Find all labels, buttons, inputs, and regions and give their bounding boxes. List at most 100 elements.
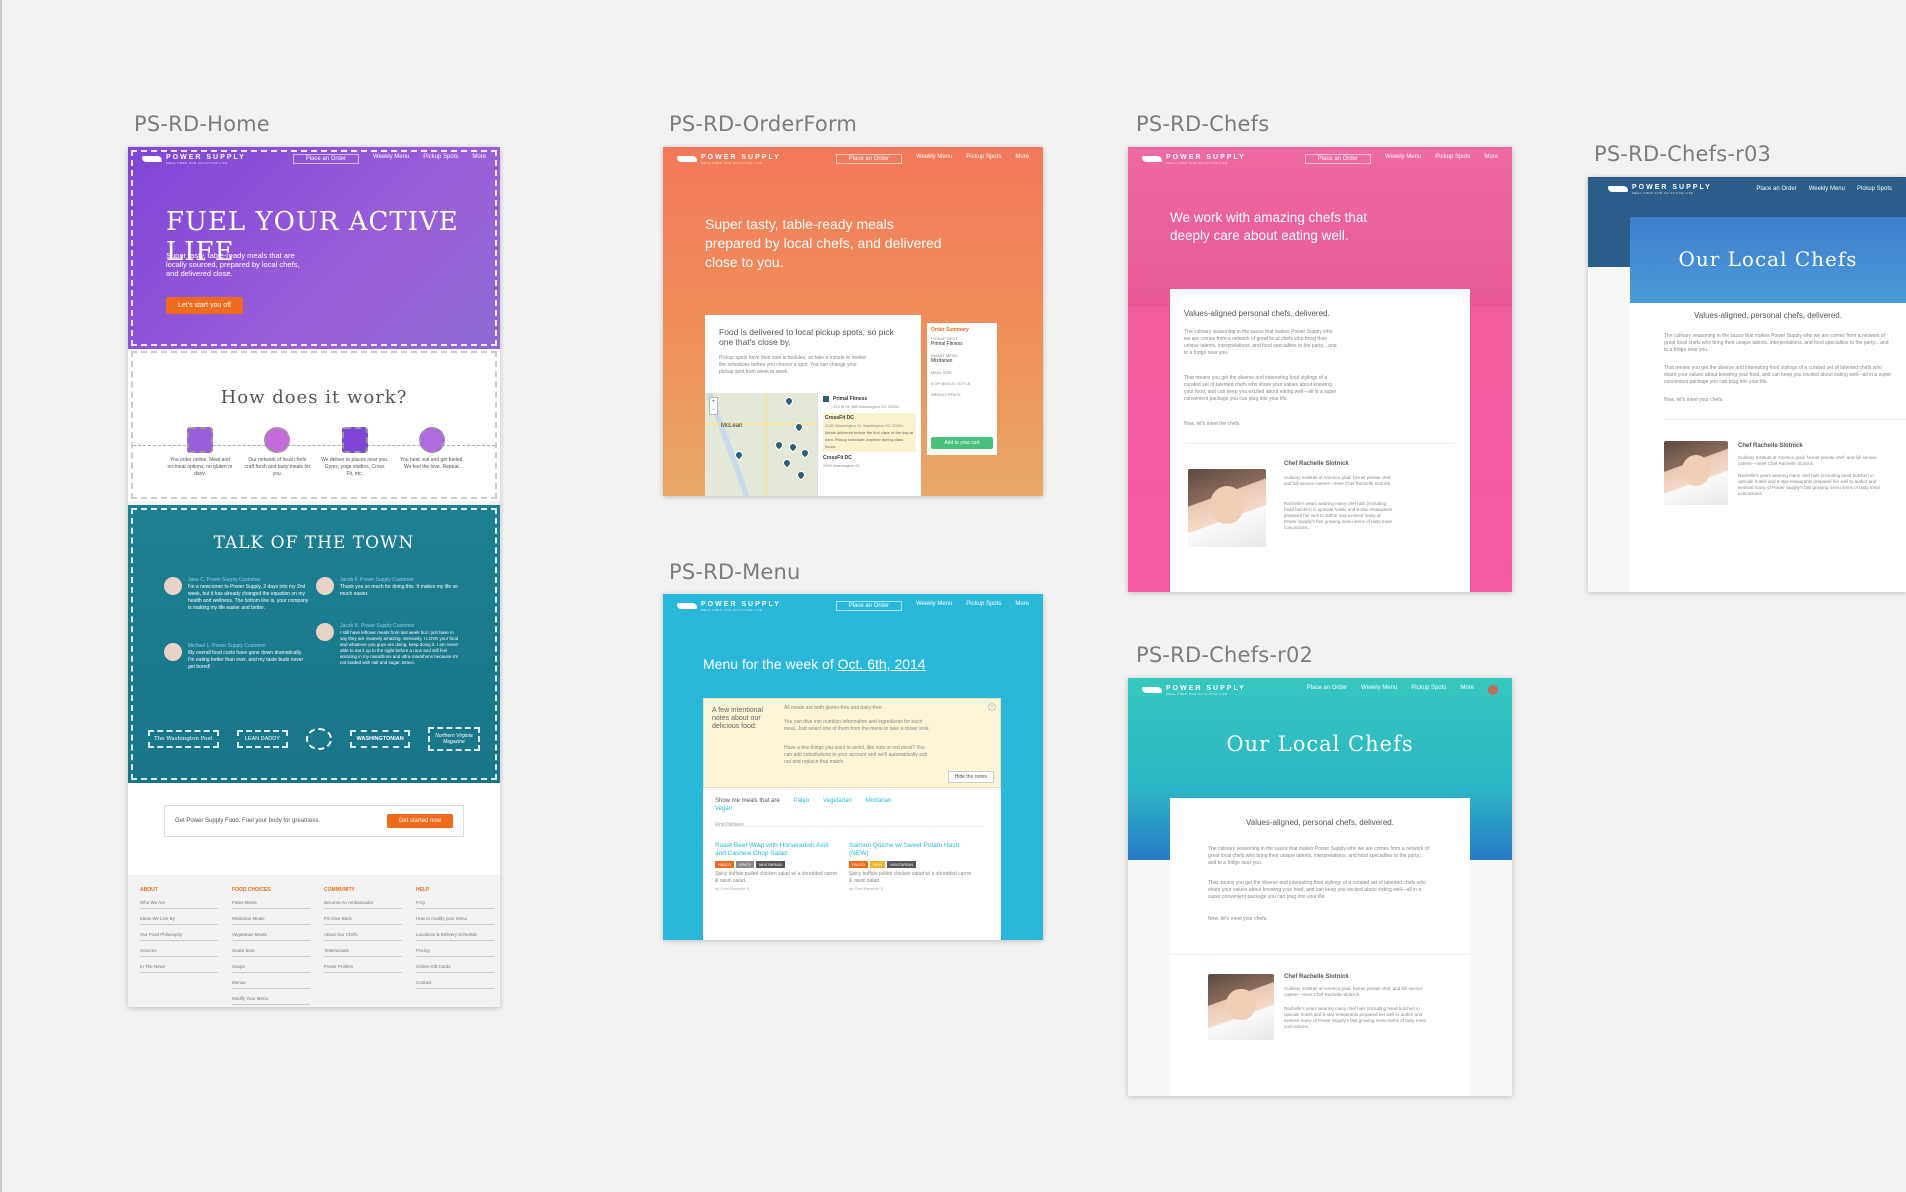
artboard-orderform[interactable]: POWER SUPPLY MEAL PREP FOR AN ACTIVE LIFE… bbox=[663, 147, 1043, 496]
nav-weekly-menu[interactable]: Weekly Menu bbox=[916, 154, 952, 164]
talk-section: TALK OF THE TOWN Jane C. Power Supply Cu… bbox=[128, 505, 500, 783]
meal-title[interactable]: Roast Beef Wrap with Horseradish Aioli a… bbox=[715, 842, 837, 858]
footer-link[interactable]: Paleo Meals bbox=[232, 900, 310, 909]
filter-paleo[interactable]: Paleo bbox=[794, 798, 809, 804]
pickup-spot-item-selected[interactable]: CrossFit DC 2020 Washington St. Washingt… bbox=[823, 413, 916, 452]
summary-row: SMART MENU Mixitarian bbox=[931, 353, 958, 364]
footer-link[interactable]: Modify Your Menu bbox=[232, 996, 310, 1005]
artboard-label-chefs[interactable]: PS-RD-Chefs bbox=[1136, 112, 1269, 136]
artboard-chefs[interactable]: POWER SUPPLY MEAL PREP FOR AN ACTIVE LIFE… bbox=[1128, 147, 1512, 592]
footer-link[interactable]: Vegetarian Meals bbox=[232, 932, 310, 941]
filter-vegan[interactable]: Vegan bbox=[715, 806, 732, 812]
artboard-menu[interactable]: POWER SUPPLY MEAL PREP FOR AN ACTIVE LIFE… bbox=[663, 594, 1043, 940]
footer-link[interactable]: Sources bbox=[140, 948, 218, 957]
footer-link[interactable]: Pricing bbox=[416, 948, 494, 957]
map-pin[interactable] bbox=[781, 457, 793, 469]
nav-pickup-spots[interactable]: Pickup Spots bbox=[966, 601, 1001, 611]
add-to-cart-button[interactable]: Add to your cart bbox=[931, 437, 993, 449]
press-logo: WASHINGTONIAN bbox=[350, 730, 410, 748]
footer-link[interactable]: Contact bbox=[416, 980, 494, 989]
nav-pickup-spots[interactable]: Pickup Spots bbox=[1435, 154, 1470, 164]
power-supply-logo[interactable]: POWER SUPPLY MEAL PREP FOR AN ACTIVE LIFE bbox=[1142, 685, 1246, 696]
footer-link[interactable]: In The News bbox=[140, 964, 218, 973]
nav-more[interactable]: More bbox=[472, 154, 486, 164]
nav-pickup-spots[interactable]: Pickup Spots bbox=[1857, 186, 1892, 192]
artboard-label-chefs-r02[interactable]: PS-RD-Chefs-r02 bbox=[1136, 643, 1313, 667]
hide-notes-button[interactable]: Hide the notes bbox=[947, 771, 994, 783]
nav-place-order[interactable]: Place an Order bbox=[835, 601, 903, 611]
nav-pickup-spots[interactable]: Pickup Spots bbox=[1411, 685, 1446, 695]
menu-card: A few intentional notes about our delici… bbox=[703, 698, 1001, 940]
power-supply-logo[interactable]: POWER SUPPLY MEAL PREP FOR AN ACTIVE LIFE bbox=[677, 154, 781, 165]
footer-link[interactable]: Testimonials bbox=[324, 948, 402, 957]
footer-link[interactable]: Menus bbox=[232, 980, 310, 989]
menu-note-1: All meals are both gluten-free and dairy… bbox=[784, 705, 883, 711]
footer-link[interactable]: Locations & Delivery Schedule bbox=[416, 932, 494, 941]
artboard-label-orderform[interactable]: PS-RD-OrderForm bbox=[669, 112, 857, 136]
footer-link[interactable]: Soups bbox=[232, 964, 310, 973]
footer-link[interactable]: Who We Are bbox=[140, 900, 218, 909]
filter-mixitarian[interactable]: Mixitarian bbox=[866, 798, 892, 804]
get-started-button[interactable]: Get started now bbox=[386, 814, 453, 828]
footer-link[interactable]: Our Food Philosophy bbox=[140, 932, 218, 941]
nav-more[interactable]: More bbox=[1015, 154, 1029, 164]
map-pin[interactable] bbox=[799, 447, 811, 459]
footer-link[interactable]: Online Gift Cards bbox=[416, 964, 494, 973]
nav-more[interactable]: More bbox=[1484, 154, 1498, 164]
footer-link[interactable]: About Our Chefs bbox=[324, 932, 402, 941]
power-supply-logo[interactable]: POWER SUPPLY MEAL PREP FOR AN ACTIVE LIFE bbox=[677, 601, 781, 612]
map-pin[interactable] bbox=[783, 395, 795, 407]
map-pin[interactable] bbox=[773, 439, 785, 451]
artboard-label-home[interactable]: PS-RD-Home bbox=[134, 112, 270, 136]
nav-pickup-spots[interactable]: Pickup Spots bbox=[423, 154, 458, 164]
footer-link[interactable]: Mixitarian Meals bbox=[232, 916, 310, 925]
footer-link[interactable]: PS Give Back bbox=[324, 916, 402, 925]
power-supply-logo[interactable]: POWER SUPPLY MEAL PREP FOR AN ACTIVE LIFE bbox=[1608, 184, 1712, 195]
user-avatar[interactable] bbox=[1488, 685, 1498, 695]
nav-more[interactable]: More bbox=[1015, 601, 1029, 611]
footer-link[interactable]: Ideas We Live By bbox=[140, 916, 218, 925]
map-zoom-control[interactable]: + − bbox=[709, 397, 718, 415]
nav-weekly-menu[interactable]: Weekly Menu bbox=[373, 154, 409, 164]
nav-pickup-spots[interactable]: Pickup Spots bbox=[966, 154, 1001, 164]
close-icon[interactable]: × bbox=[988, 703, 996, 711]
pickup-spot-item[interactable]: CrossFit DC 2020 Washington St. bbox=[823, 455, 916, 469]
nav-place-order[interactable]: Place an Order bbox=[292, 154, 360, 164]
map-pin[interactable] bbox=[795, 469, 807, 481]
pickup-spot-list[interactable]: Primal Fitness 213 M St. NW Washington DC… bbox=[817, 393, 921, 496]
artboard-label-chefs-r03[interactable]: PS-RD-Chefs-r03 bbox=[1594, 142, 1771, 166]
footer-link[interactable]: Become An Ambassador bbox=[324, 900, 402, 909]
meal-item[interactable]: Salmon Quiche w/ Sweet Potato Hash (NEW)… bbox=[849, 842, 971, 892]
menu-week-date[interactable]: Oct. 6th, 2014 bbox=[838, 656, 926, 672]
nav-weekly-menu[interactable]: Weekly Menu bbox=[916, 601, 952, 611]
nav-place-order[interactable]: Place an Order bbox=[1304, 154, 1372, 164]
pickup-card-title: Food is delivered to local pickup spots,… bbox=[719, 327, 894, 347]
nav-place-order[interactable]: Place an Order bbox=[1756, 186, 1796, 192]
pickup-map[interactable]: + − McLean Primal Fitness 213 M St. NW Was… bbox=[705, 393, 921, 496]
footer-link[interactable]: Snack bars bbox=[232, 948, 310, 957]
meal-item[interactable]: Roast Beef Wrap with Horseradish Aioli a… bbox=[715, 842, 837, 892]
meal-title[interactable]: Salmon Quiche w/ Sweet Potato Hash (NEW) bbox=[849, 842, 971, 858]
map-pin[interactable] bbox=[787, 441, 799, 453]
nav-place-order[interactable]: Place an Order bbox=[835, 154, 903, 164]
chefs-p3: Now, let's meet the chefs. bbox=[1184, 421, 1241, 427]
nav-place-order[interactable]: Place an Order bbox=[1307, 685, 1347, 695]
nav-weekly-menu[interactable]: Weekly Menu bbox=[1809, 186, 1845, 192]
power-supply-logo[interactable]: POWER SUPPLY MEAL PREP FOR AN ACTIVE LIFE bbox=[1142, 154, 1246, 165]
nav-more[interactable]: More bbox=[1460, 685, 1474, 695]
artboard-home[interactable]: POWER SUPPLY MEAL PREP FOR AN ACTIVE LIFE… bbox=[128, 147, 500, 1007]
pickup-spot-item[interactable]: Primal Fitness 213 M St. NW Washington DC… bbox=[823, 396, 916, 410]
nav-weekly-menu[interactable]: Weekly Menu bbox=[1385, 154, 1421, 164]
nav-weekly-menu[interactable]: Weekly Menu bbox=[1361, 685, 1397, 695]
hero-cta-button[interactable]: Let's start you off bbox=[166, 297, 243, 314]
step-3: We deliver to places near you. Gyms, yog… bbox=[321, 427, 389, 478]
testimonial-1: Jane C. Power Supply Customer I'm a newco… bbox=[164, 577, 310, 612]
footer-link[interactable]: Power Profiles bbox=[324, 964, 402, 973]
footer-link[interactable]: How to modify your menu bbox=[416, 916, 494, 925]
artboard-chefs-r03[interactable]: POWER SUPPLY MEAL PREP FOR AN ACTIVE LIFE… bbox=[1588, 177, 1906, 592]
power-supply-logo[interactable]: POWER SUPPLY MEAL PREP FOR AN ACTIVE LIFE bbox=[142, 154, 246, 165]
filter-vegetarian[interactable]: Vegetarian bbox=[823, 798, 852, 804]
artboard-chefs-r02[interactable]: Our Local Chefs POWER SUPPLY MEAL PREP FO… bbox=[1128, 678, 1512, 1096]
artboard-label-menu[interactable]: PS-RD-Menu bbox=[669, 560, 801, 584]
footer-link[interactable]: FAQ bbox=[416, 900, 494, 909]
